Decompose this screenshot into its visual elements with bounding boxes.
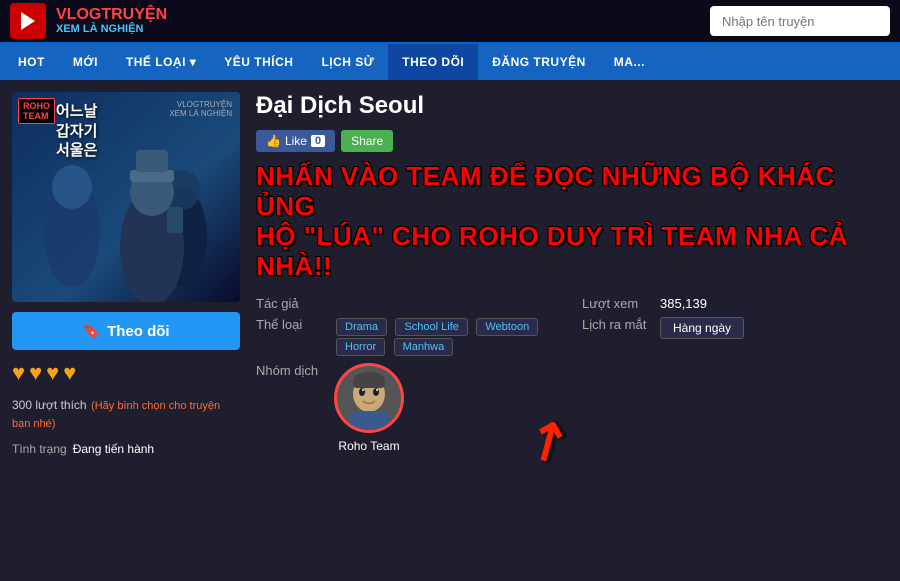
promo-text: NHẤN VÀO TEAM ĐỂ ĐỌC NHỮNG BỘ KHÁC ỦNG H… <box>256 162 888 282</box>
luot-xem-row: Lượt xem 385,139 <box>582 296 888 311</box>
spacer <box>582 363 888 455</box>
manga-cover: ROHOTEAM 어느날 갑자기 서울은 VLOGTRUYỆNXEM LÀ NG… <box>12 92 240 302</box>
tag-webtoon[interactable]: Webtoon <box>476 318 538 336</box>
team-name-container: Roho Team <box>338 437 399 455</box>
lich-ra-mat-row: Lịch ra mắt Hàng ngày <box>582 317 888 357</box>
heart-3[interactable]: ♥ <box>46 360 59 386</box>
luot-thich-count: 300 lượt thích <box>12 398 87 412</box>
lich-ra-mat-label: Lịch ra mắt <box>582 317 652 332</box>
logo-icon <box>10 3 46 39</box>
like-label: Like <box>285 134 307 148</box>
info-table: Tác giả Lượt xem 385,139 Thể loại Drama … <box>256 296 888 455</box>
main-nav: HOT MỚI THỂ LOẠI ▾ YÊU THÍCH LỊCH SỬ THE… <box>0 44 900 80</box>
hearts-row: ♥ ♥ ♥ ♥ <box>12 360 240 386</box>
theo-doi-label: Theo dõi <box>107 323 170 340</box>
right-panel: Đại Dịch Seoul 👍 Like 0 Share NHẤN VÀO T… <box>256 92 888 569</box>
tag-drama[interactable]: Drama <box>336 318 387 336</box>
nav-item-yeu-thich[interactable]: YÊU THÍCH <box>210 44 307 80</box>
hang-ngay-button[interactable]: Hàng ngày <box>660 317 744 339</box>
cover-watermark: VLOGTRUYỆNXEM LÀ NGHIỆN <box>169 100 232 118</box>
heart-1[interactable]: ♥ <box>12 360 25 386</box>
promo-line2: HỘ "LÚA" CHO ROHO DUY TRÌ TEAM NHA CẢ NH… <box>256 222 888 282</box>
cover-korean-title: 어느날 갑자기 서울은 <box>56 102 97 161</box>
search-input[interactable] <box>710 6 890 36</box>
team-area: Roho Team <box>334 363 404 455</box>
share-button[interactable]: Share <box>341 130 393 152</box>
the-loai-row: Thể loại Drama School Life Webtoon Horro… <box>256 317 562 357</box>
tag-horror[interactable]: Horror <box>336 338 385 356</box>
avatar-svg <box>337 366 401 430</box>
tags-container: Drama School Life Webtoon Horror Manhwa <box>334 317 562 357</box>
tag-manhwa[interactable]: Manhwa <box>394 338 454 356</box>
nhom-dich-row: Nhóm dịch <box>256 363 562 455</box>
nav-item-theo-doi[interactable]: THEO DÕI <box>388 44 478 80</box>
team-name: Roho Team <box>338 439 399 453</box>
luot-xem-value: 385,139 <box>660 296 707 311</box>
tac-gia-label: Tác giả <box>256 296 326 311</box>
nav-item-hot[interactable]: HOT <box>4 44 59 80</box>
logo-name: VLOGTRUYỆN <box>56 7 167 23</box>
thumb-icon: 👍 <box>266 134 281 148</box>
tac-gia-row: Tác giả <box>256 296 562 311</box>
luot-thich-area: 300 lượt thích (Hãy bình chọn cho truyện… <box>12 396 240 432</box>
tinh-trang-label: Tình trạng <box>12 442 67 456</box>
nav-item-moi[interactable]: MỚI <box>59 44 112 80</box>
heart-4[interactable]: ♥ <box>63 360 76 386</box>
like-count: 0 <box>311 135 325 147</box>
the-loai-label: Thể loại <box>256 317 326 332</box>
nav-item-ma[interactable]: MA... <box>600 44 659 80</box>
heart-2[interactable]: ♥ <box>29 360 42 386</box>
bookmark-icon: 🔖 <box>82 322 101 340</box>
left-panel: ROHOTEAM 어느날 갑자기 서울은 VLOGTRUYỆNXEM LÀ NG… <box>12 92 240 569</box>
action-buttons: 👍 Like 0 Share <box>256 130 888 152</box>
promo-line1: NHẤN VÀO TEAM ĐỂ ĐỌC NHỮNG BỘ KHÁC ỦNG <box>256 162 888 222</box>
roho-badge: ROHOTEAM <box>18 98 55 124</box>
luot-xem-label: Lượt xem <box>582 296 652 311</box>
nhom-dich-label: Nhóm dịch <box>256 363 326 378</box>
theo-doi-button[interactable]: 🔖 Theo dõi <box>12 312 240 350</box>
header: VLOGTRUYỆN XEM LÀ NGHIỆN <box>0 0 900 44</box>
nav-item-lich-su[interactable]: LỊCH SỬ <box>307 44 388 80</box>
nav-item-the-loai[interactable]: THỂ LOẠI ▾ <box>112 44 210 80</box>
tag-school-life[interactable]: School Life <box>395 318 467 336</box>
like-button[interactable]: 👍 Like 0 <box>256 130 335 152</box>
logo-area[interactable]: VLOGTRUYỆN XEM LÀ NGHIỆN <box>10 3 167 39</box>
tinh-trang-row: Tình trạng Đang tiến hành <box>12 442 240 456</box>
manga-title: Đại Dịch Seoul <box>256 92 888 120</box>
main-content: ROHOTEAM 어느날 갑자기 서울은 VLOGTRUYỆNXEM LÀ NG… <box>0 80 900 581</box>
nav-item-dang-truyen[interactable]: ĐĂNG TRUYỆN <box>478 44 600 80</box>
team-avatar[interactable] <box>334 363 404 433</box>
logo-text-block: VLOGTRUYỆN XEM LÀ NGHIỆN <box>56 7 167 35</box>
team-avatar-face <box>337 366 401 430</box>
logo-slogan: XEM LÀ NGHIỆN <box>56 23 167 35</box>
tinh-trang-value: Đang tiến hành <box>73 442 154 456</box>
